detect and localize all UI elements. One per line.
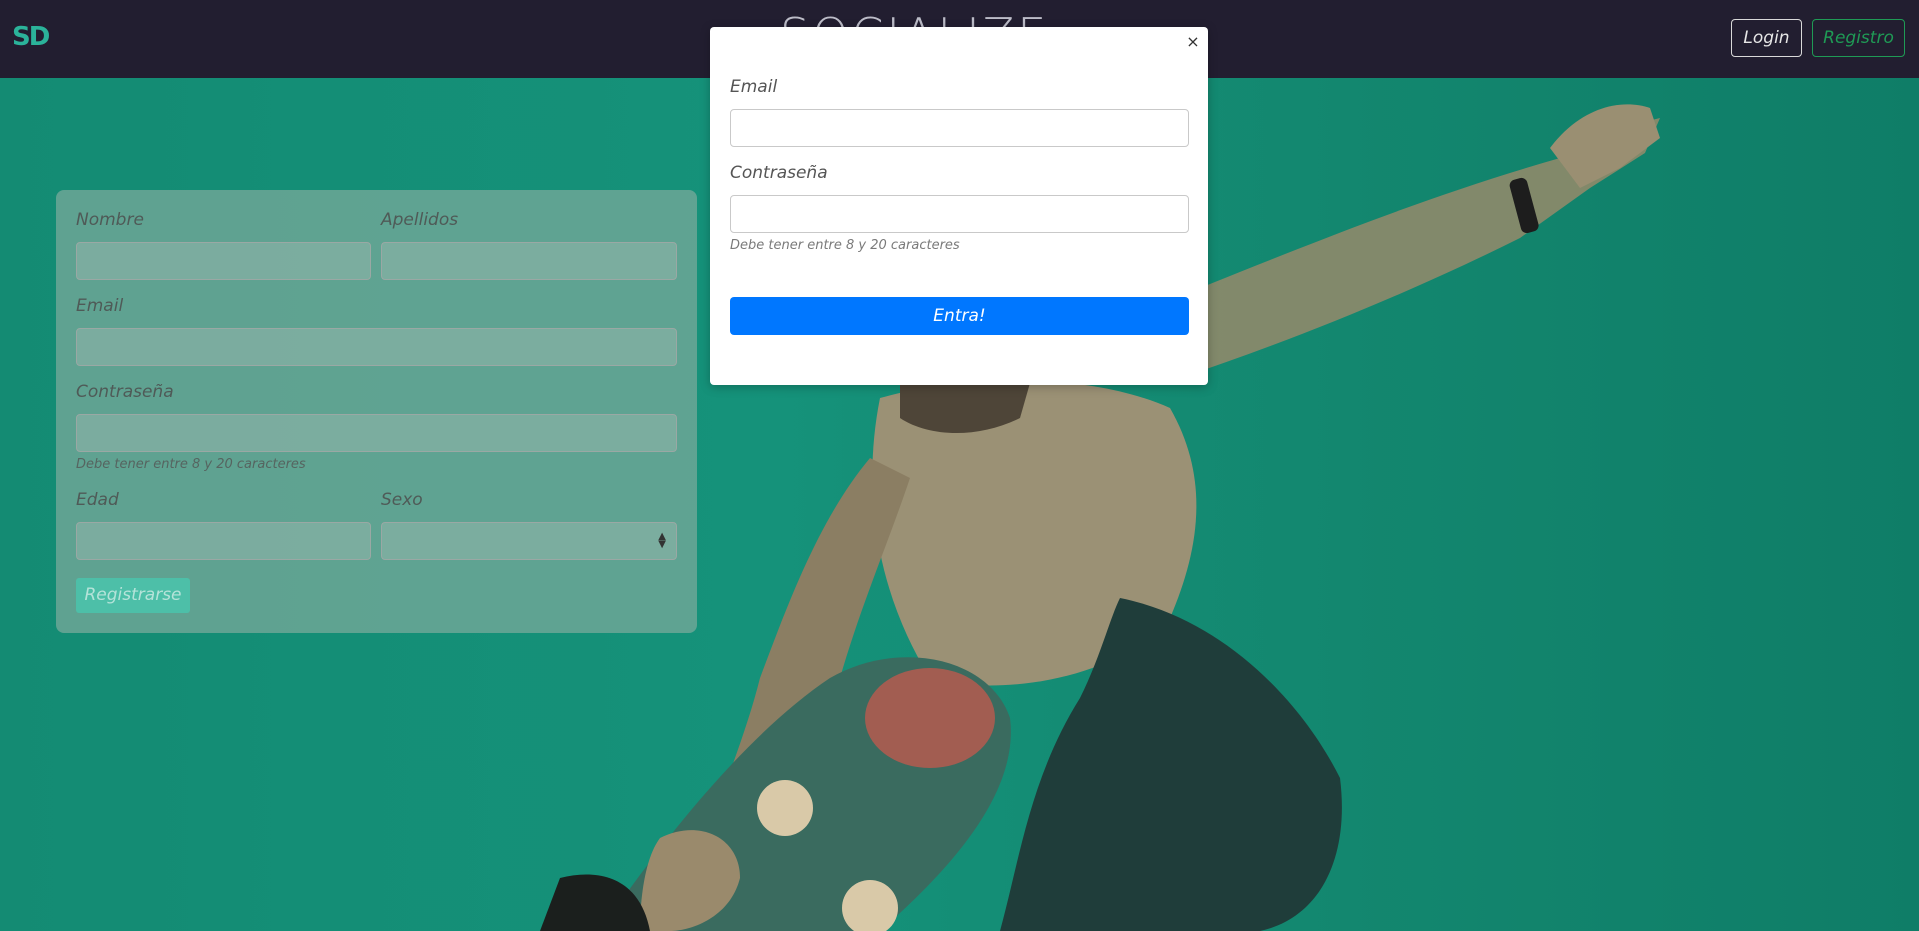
registration-form: Nombre Apellidos Email Contraseña Debe t… [56,190,697,633]
modal-password-help-text: Debe tener entre 8 y 20 caracteres [730,238,960,253]
password-help-text: Debe tener entre 8 y 20 caracteres [76,457,306,472]
modal-email-label: Email [730,77,778,97]
age-label: Edad [76,490,119,510]
sex-label: Sexo [381,490,423,510]
select-arrows-icon: ▲ ▼ [658,531,666,550]
password-label: Contraseña [76,382,174,402]
modal-password-input[interactable] [730,195,1189,233]
modal-email-input[interactable] [730,109,1189,147]
email-input[interactable] [76,328,677,366]
entra-submit-button[interactable]: Entra! [730,297,1189,335]
last-name-input[interactable] [381,242,677,280]
brand-logo[interactable]: SD [12,22,56,52]
modal-password-label: Contraseña [730,163,828,183]
login-modal: × Email Contraseña Debe tener entre 8 y … [710,27,1208,385]
login-button[interactable]: Login [1731,19,1802,57]
first-name-label: Nombre [76,210,144,230]
email-label: Email [76,296,124,316]
sex-select[interactable]: ▲ ▼ [381,522,677,560]
age-input[interactable] [76,522,371,560]
registrarse-button[interactable]: Registrarse [76,578,190,613]
register-button[interactable]: Registro [1812,19,1905,57]
last-name-label: Apellidos [381,210,459,230]
page: SD SOCIALIZE Login Registro [0,0,1919,931]
first-name-input[interactable] [76,242,371,280]
close-icon[interactable]: × [1184,33,1202,51]
password-input[interactable] [76,414,677,452]
